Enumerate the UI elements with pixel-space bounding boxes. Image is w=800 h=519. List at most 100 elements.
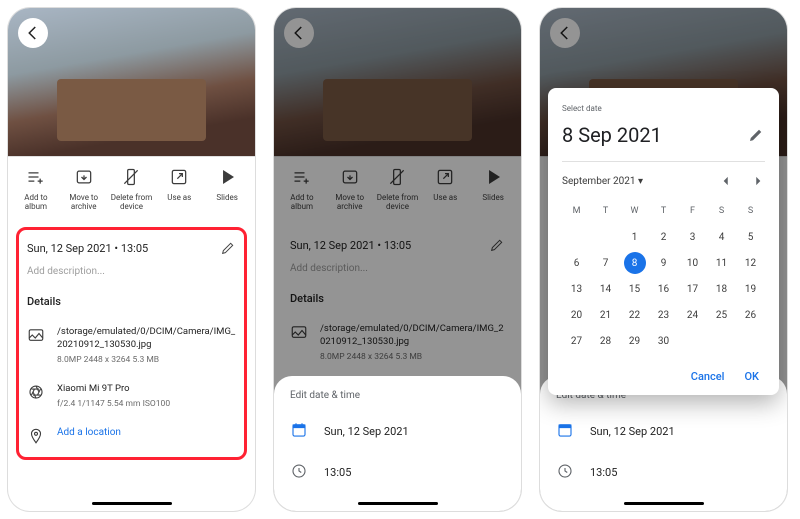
home-indicator[interactable] — [624, 502, 704, 505]
calendar-day[interactable]: 23 — [649, 302, 678, 328]
action-delete-from-device[interactable]: Delete from device — [108, 167, 156, 211]
location-icon — [27, 427, 45, 445]
sheet-time-row: 13:05 — [556, 462, 771, 483]
sheet-time-row[interactable]: 13:05 — [290, 462, 505, 483]
chevron-down-icon: ▾ — [638, 176, 643, 187]
calendar-day[interactable]: 28 — [591, 328, 620, 354]
action-label: Slides — [216, 193, 238, 202]
sheet-date-value: Sun, 12 Sep 2021 — [590, 425, 675, 438]
calendar-day[interactable]: 9 — [649, 250, 678, 276]
cancel-button[interactable]: Cancel — [691, 370, 725, 383]
calendar-grid: MTWTFSS123456789101112131415161718192021… — [562, 198, 765, 354]
action-label: Use as — [167, 193, 191, 202]
calendar-day[interactable]: 17 — [678, 276, 707, 302]
action-use-as[interactable]: Use as — [155, 167, 203, 211]
calendar-day[interactable]: 12 — [736, 250, 765, 276]
sheet-date-row[interactable]: Sun, 12 Sep 2021 — [290, 421, 505, 442]
calendar-day[interactable]: 26 — [736, 302, 765, 328]
calendar-day[interactable]: 21 — [591, 302, 620, 328]
calendar-day[interactable]: 8 — [624, 252, 646, 274]
sheet-title: Edit date & time — [290, 390, 505, 401]
screen-edit-date-sheet: Add to album Move to archive Delete from… — [274, 8, 521, 511]
sheet-time-value: 13:05 — [324, 466, 351, 479]
camera-model: Xiaomi Mi 9T Pro — [57, 383, 236, 396]
info-panel-highlighted: Sun, 12 Sep 2021 • 13:05 Add description… — [16, 227, 247, 459]
no-phone-icon — [121, 167, 141, 187]
clock-icon — [290, 462, 308, 483]
play-icon — [217, 167, 237, 187]
sheet-date-row: Sun, 12 Sep 2021 — [556, 421, 771, 442]
file-meta: 8.0MP 2448 x 3264 5.3 MB — [57, 355, 236, 365]
home-indicator[interactable] — [358, 502, 438, 505]
calendar-day[interactable]: 1 — [620, 224, 649, 250]
calendar-day[interactable]: 10 — [678, 250, 707, 276]
chevron-left-icon[interactable] — [719, 174, 733, 188]
calendar-day[interactable]: 6 — [562, 250, 591, 276]
action-label: Add to album — [14, 193, 58, 211]
file-detail-row: /storage/emulated/0/DCIM/Camera/IMG_2021… — [27, 326, 236, 365]
calendar-day[interactable]: 19 — [736, 276, 765, 302]
photo-preview[interactable] — [8, 8, 255, 156]
calendar-icon — [556, 421, 574, 442]
weekday-header: S — [736, 198, 765, 224]
calendar-day[interactable]: 14 — [591, 276, 620, 302]
dialog-header: 8 Sep 2021 — [562, 123, 765, 162]
sheet-time-value: 13:05 — [590, 466, 617, 479]
action-slides[interactable]: Slides — [203, 167, 251, 211]
description-input[interactable]: Add description... — [27, 266, 236, 277]
screen-photo-details: Add to album Move to archive Delete from… — [8, 8, 255, 511]
weekday-header: S — [707, 198, 736, 224]
weekday-header: M — [562, 198, 591, 224]
calendar-day[interactable]: 16 — [649, 276, 678, 302]
calendar-day[interactable]: 24 — [678, 302, 707, 328]
pencil-icon[interactable] — [220, 240, 236, 256]
camera-meta: f/2.4 1/1147 5.54 mm ISO100 — [57, 399, 236, 409]
action-add-to-album[interactable]: Add to album — [12, 167, 60, 211]
calendar-day[interactable]: 4 — [707, 224, 736, 250]
calendar-day[interactable]: 27 — [562, 328, 591, 354]
calendar-day[interactable]: 15 — [620, 276, 649, 302]
arrow-left-icon — [24, 24, 42, 42]
location-row[interactable]: Add a location — [27, 427, 236, 445]
calendar-day[interactable]: 20 — [562, 302, 591, 328]
edit-date-time-sheet: Edit date & time Sun, 12 Sep 2021 13:05 — [540, 376, 787, 511]
calendar-day-empty — [678, 328, 707, 354]
ok-button[interactable]: OK — [744, 370, 759, 383]
pencil-icon[interactable] — [747, 126, 765, 144]
month-dropdown[interactable]: September 2021 ▾ — [562, 176, 643, 187]
calendar-day[interactable]: 11 — [707, 250, 736, 276]
calendar-day-empty — [562, 224, 591, 250]
datetime-row[interactable]: Sun, 12 Sep 2021 • 13:05 — [27, 240, 236, 256]
action-label: Move to archive — [62, 193, 106, 211]
clock-icon — [556, 462, 574, 483]
chevron-right-icon[interactable] — [751, 174, 765, 188]
image-icon — [27, 326, 45, 344]
calendar-day[interactable]: 13 — [562, 276, 591, 302]
action-label: Delete from device — [110, 193, 154, 211]
datetime-text: Sun, 12 Sep 2021 • 13:05 — [27, 242, 148, 255]
calendar-day[interactable]: 7 — [591, 250, 620, 276]
file-path: /storage/emulated/0/DCIM/Camera/IMG_2021… — [57, 326, 236, 352]
open-in-new-icon — [169, 167, 189, 187]
calendar-day[interactable]: 25 — [707, 302, 736, 328]
calendar-day[interactable]: 3 — [678, 224, 707, 250]
calendar-day[interactable]: 30 — [649, 328, 678, 354]
calendar-day[interactable]: 2 — [649, 224, 678, 250]
add-location-link: Add a location — [57, 427, 236, 438]
back-button[interactable] — [18, 18, 48, 48]
calendar-day-empty — [736, 328, 765, 354]
calendar-day[interactable]: 22 — [620, 302, 649, 328]
dialog-actions: Cancel OK — [562, 364, 765, 387]
action-row: Add to album Move to archive Delete from… — [8, 156, 255, 223]
aperture-icon — [27, 383, 45, 401]
calendar-icon — [290, 421, 308, 442]
home-indicator[interactable] — [92, 502, 172, 505]
action-move-to-archive[interactable]: Move to archive — [60, 167, 108, 211]
screen-date-picker: Add to album Move to archive Delete from… — [540, 8, 787, 511]
calendar-day[interactable]: 18 — [707, 276, 736, 302]
calendar-day-empty — [591, 224, 620, 250]
weekday-header: F — [678, 198, 707, 224]
calendar-day[interactable]: 5 — [736, 224, 765, 250]
sheet-date-value: Sun, 12 Sep 2021 — [324, 425, 409, 438]
calendar-day[interactable]: 29 — [620, 328, 649, 354]
